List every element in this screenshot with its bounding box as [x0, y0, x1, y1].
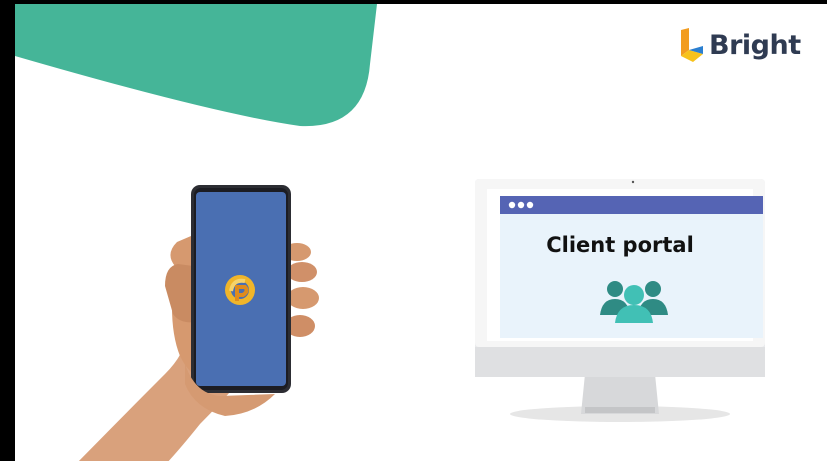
- bright-logo: Bright: [679, 28, 801, 62]
- portal-window-header: [500, 196, 763, 214]
- slide: Bright Client portal: [0, 0, 827, 461]
- bright-app-icon: [225, 275, 255, 305]
- portal-title: Client portal: [546, 233, 694, 257]
- window-dot-icon: [517, 201, 525, 209]
- window-dot-icon: [508, 201, 516, 209]
- bright-logo-icon: [681, 28, 703, 62]
- people-group-icon: [600, 281, 668, 323]
- window-dot-icon: [526, 201, 534, 209]
- brand-name: Bright: [709, 29, 801, 61]
- hand-holding-phone: [78, 185, 319, 461]
